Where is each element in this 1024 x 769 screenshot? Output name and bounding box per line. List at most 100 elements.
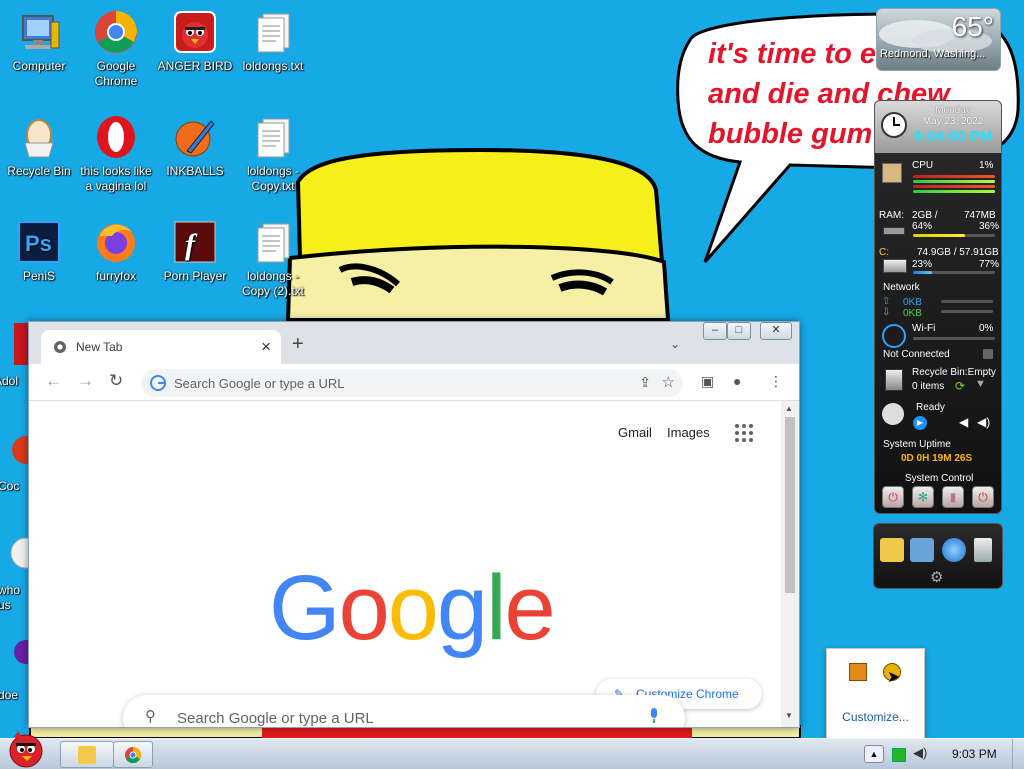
- minimize-button[interactable]: –: [703, 322, 727, 340]
- desktop-icon-partial-who[interactable]: who us: [0, 583, 28, 613]
- tab-strip: New Tab × + ⌄ – □ ✕: [29, 322, 799, 364]
- menu-kebab-icon[interactable]: ⋮: [769, 373, 783, 390]
- desktop-icon-label: INKBALLS: [166, 164, 224, 178]
- weekday: Monday: [935, 105, 971, 116]
- desktop-icon-inkballs[interactable]: INKBALLS: [156, 113, 234, 179]
- gmail-link[interactable]: Gmail: [618, 425, 652, 440]
- shutdown-icon[interactable]: ⏻: [882, 486, 904, 508]
- taskbar-chrome[interactable]: [113, 741, 153, 768]
- omnibox[interactable]: Search Google or type a URL ⇪ ☆: [141, 369, 683, 397]
- text-file-icon: [249, 113, 297, 161]
- google-logo-letter: G: [269, 557, 341, 659]
- desktop-icon-opera[interactable]: this looks like a vagina lol: [77, 113, 155, 194]
- desktop-icon-label: this looks like a vagina lol: [80, 164, 152, 193]
- scroll-down-arrow-icon[interactable]: ▼: [785, 711, 793, 720]
- recycle-bin-items: 0 items: [912, 381, 945, 392]
- side-panel-icon[interactable]: ▣: [701, 373, 714, 390]
- new-tab-button[interactable]: +: [292, 334, 304, 354]
- desktop-icon-anger-bird[interactable]: ANGER BIRD: [156, 8, 234, 74]
- power-icon[interactable]: ⏻: [972, 486, 994, 508]
- folder-icon[interactable]: [880, 538, 904, 562]
- system-monitor-gadget[interactable]: Monday May 23, 2022 9:04:00 PM CPU 1% RA…: [874, 100, 1002, 514]
- search-placeholder: Search Google or type a URL: [177, 710, 374, 727]
- scrollbar-thumb[interactable]: [785, 417, 795, 593]
- volume-down-icon[interactable]: ◀: [959, 415, 968, 429]
- restart-icon[interactable]: ✻: [912, 486, 934, 508]
- network-computers-icon[interactable]: [910, 538, 934, 562]
- bookmark-star-icon[interactable]: ☆: [662, 373, 675, 391]
- desktop-icon-label: Recycle Bin: [7, 164, 71, 178]
- start-button-angry-bird-icon[interactable]: [4, 727, 48, 769]
- play-icon[interactable]: ▶: [913, 416, 927, 430]
- wifi-status: Not Connected: [883, 349, 950, 360]
- internet-explorer-icon[interactable]: [942, 538, 966, 562]
- wifi-bar: [913, 337, 995, 340]
- share-icon[interactable]: ⇪: [639, 374, 651, 391]
- apps-grid-icon[interactable]: [735, 424, 753, 442]
- desktop-icon-label: furryfox: [95, 269, 136, 283]
- wifi-percent: 0%: [979, 323, 994, 334]
- desktop-icon-label: Google Chrome: [94, 59, 138, 88]
- cpu-chip-icon: [882, 163, 902, 183]
- empty-recycle-icon[interactable]: ⟳: [955, 379, 965, 393]
- search-input[interactable]: ⚲ Search Google or type a URL: [123, 695, 685, 727]
- firefox-icon: [92, 218, 140, 266]
- reload-icon[interactable]: ↻: [109, 371, 123, 391]
- taskbar-clock[interactable]: 9:03 PM: [952, 747, 997, 761]
- desktop-icon-photoshop[interactable]: Ps PeniS: [0, 218, 78, 284]
- trash-icon[interactable]: [974, 538, 992, 562]
- disk-drive-label: C:: [879, 247, 889, 258]
- wifi-toggle[interactable]: [983, 349, 993, 359]
- disk-used-percent: 23%: [912, 259, 933, 270]
- cpu-bar: [913, 175, 995, 178]
- desktop-icon-partial-doe[interactable]: doe: [0, 688, 28, 703]
- desktop-icon-recycle-bin[interactable]: Recycle Bin: [0, 113, 78, 179]
- new-tab-page: Gmail Images Google ✎ Customize Chrome ⚲…: [29, 401, 781, 727]
- scroll-up-arrow-icon[interactable]: ▲: [785, 404, 793, 413]
- desktop-icon-loldongs-copy[interactable]: loldongs - Copy.txt: [234, 113, 312, 194]
- desktop-icon-loldongs-txt[interactable]: loldongs.txt: [234, 8, 312, 74]
- weather-location: Redmond, Washing...: [880, 48, 986, 60]
- show-hidden-icons-button[interactable]: ▲: [864, 745, 884, 763]
- volume-up-icon[interactable]: ◀): [977, 415, 990, 429]
- angry-bird-icon: [171, 8, 219, 56]
- close-icon[interactable]: ×: [261, 337, 271, 357]
- cpu-label: CPU: [912, 160, 934, 171]
- ram-stick-icon: [883, 227, 905, 235]
- customize-link[interactable]: Customize...: [827, 710, 924, 724]
- upload-arrow-icon: ⇧: [882, 296, 891, 307]
- tray-app-icon[interactable]: [849, 663, 867, 681]
- profile-icon[interactable]: ●: [733, 373, 741, 389]
- chevron-down-icon[interactable]: ▼: [975, 378, 986, 390]
- images-link[interactable]: Images: [667, 425, 710, 440]
- lock-icon[interactable]: ▮: [942, 486, 964, 508]
- media-status: Ready: [916, 402, 945, 413]
- uptime-value: 0D 0H 19M 26S: [901, 453, 973, 464]
- google-g-icon: [150, 375, 166, 391]
- cpu-bar: [913, 180, 995, 183]
- net-upload: 0KB: [903, 297, 922, 308]
- ram-used-percent: 64%: [912, 221, 933, 232]
- taskbar-explorer[interactable]: [60, 741, 114, 768]
- gear-icon[interactable]: ⚙: [930, 568, 943, 586]
- desktop-icon-google-chrome[interactable]: Google Chrome: [77, 8, 155, 89]
- download-arrow-icon: ⇩: [882, 307, 891, 318]
- show-desktop-button[interactable]: [1012, 739, 1024, 769]
- network-tray-icon[interactable]: [892, 748, 906, 762]
- volume-tray-icon[interactable]: ◀): [913, 745, 927, 761]
- forward-arrow-icon[interactable]: →: [77, 371, 94, 391]
- desktop-icon-loldongs-copy-2[interactable]: loldongs - Copy (2).txt: [234, 218, 312, 299]
- maximize-button[interactable]: □: [727, 322, 751, 340]
- desktop-icon-firefox[interactable]: furryfox: [77, 218, 155, 284]
- tab-new-tab[interactable]: New Tab ×: [41, 330, 281, 364]
- desktop-icon-porn-player[interactable]: f Porn Player: [156, 218, 234, 284]
- weather-gadget[interactable]: 65° Redmond, Washing...: [876, 8, 1001, 71]
- back-arrow-icon[interactable]: ←: [45, 371, 62, 391]
- chevron-down-icon[interactable]: ⌄: [670, 337, 680, 351]
- vertical-scrollbar[interactable]: ▲ ▼: [781, 401, 799, 727]
- wifi-icon: [882, 324, 906, 348]
- chrome-icon: [54, 341, 66, 353]
- close-window-button[interactable]: ✕: [760, 322, 792, 340]
- desktop-icon-computer[interactable]: Computer: [0, 8, 78, 74]
- microphone-icon[interactable]: [649, 708, 659, 724]
